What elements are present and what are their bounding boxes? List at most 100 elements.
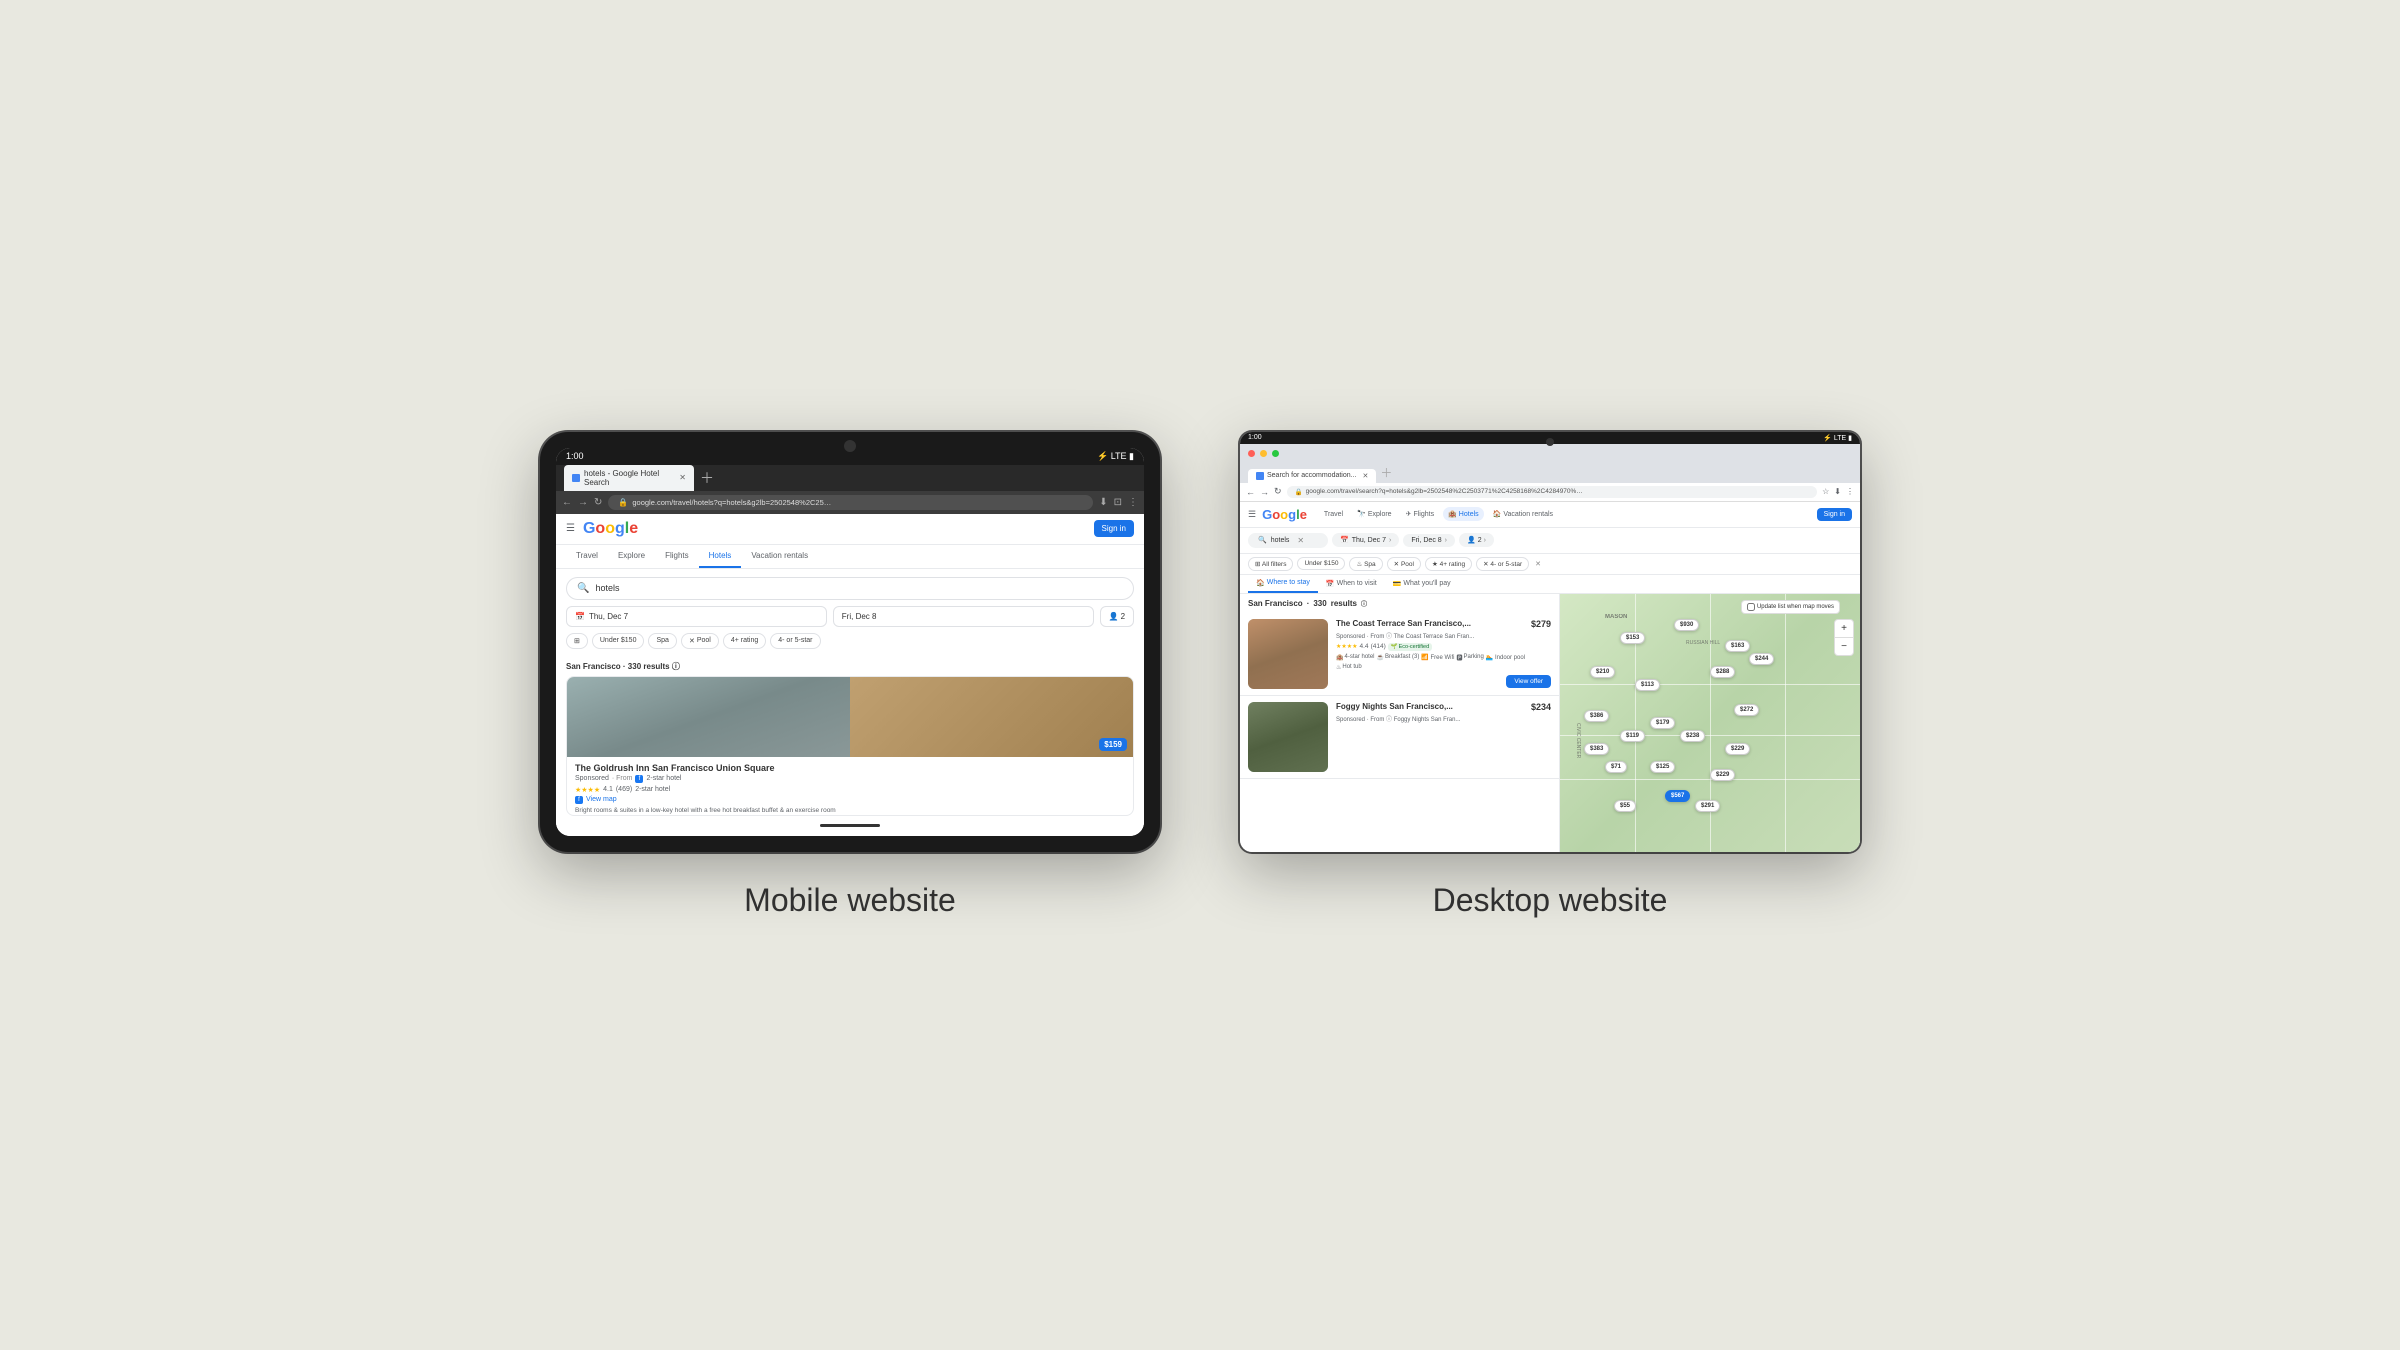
menu-icon[interactable]: ⋮ (1128, 497, 1138, 508)
nav-tab-vacation[interactable]: Vacation rentals (741, 545, 818, 568)
desktop-map-panel[interactable]: MASON RUSSIAN HILL CIVIC CENTER Update l… (1560, 594, 1860, 852)
map-bubble-4[interactable]: $113 (1635, 679, 1660, 691)
mobile-screen: 1:00 ⚡ LTE ▮ hotels - Google Hotel Searc… (556, 448, 1144, 836)
map-bubble-5[interactable]: $288 (1710, 666, 1735, 678)
maximize-dot[interactable] (1272, 450, 1279, 457)
nav-tab-travel[interactable]: Travel (566, 545, 608, 568)
desktop-nav-flights[interactable]: ✈ Flights (1401, 507, 1440, 521)
map-bubble-7[interactable]: $210 (1590, 666, 1615, 678)
map-bubble-15[interactable]: $71 (1605, 761, 1627, 773)
nav-tab-flights[interactable]: Flights (655, 545, 699, 568)
filter-chip-all[interactable]: ⊞ (566, 633, 588, 649)
desktop-new-tab-button[interactable]: ＋ (1380, 464, 1392, 483)
tabs-icon[interactable]: ⊡ (1114, 497, 1122, 508)
tab-close-icon[interactable]: ✕ (679, 473, 686, 482)
desktop-nav-hotels[interactable]: 🏨 Hotels (1443, 507, 1484, 521)
mobile-tablet-frame: 1:00 ⚡ LTE ▮ hotels - Google Hotel Searc… (540, 432, 1160, 852)
filter-chip-spa[interactable]: Spa (648, 633, 676, 649)
update-list-button[interactable]: Update list when map moves (1741, 600, 1840, 614)
mobile-active-tab[interactable]: hotels - Google Hotel Search ✕ (564, 465, 694, 491)
desktop-hamburger-icon[interactable]: ☰ (1248, 509, 1256, 520)
update-list-checkbox[interactable] (1747, 603, 1755, 611)
desktop-checkin-field[interactable]: 📅 Thu, Dec 7 › (1332, 533, 1399, 547)
desktop-filter-rating[interactable]: ★ 4+ rating (1425, 557, 1472, 571)
map-bubble-20[interactable]: $291 (1695, 800, 1720, 812)
filter-chip-rating[interactable]: 4+ rating (723, 633, 766, 649)
nav-back-button[interactable]: ← (562, 497, 572, 508)
filter-chip-under150[interactable]: Under $150 (592, 633, 645, 649)
nav-tab-explore[interactable]: Explore (608, 545, 655, 568)
nav-tab-hotels[interactable]: Hotels (699, 545, 742, 568)
desktop-view-offer-button-1[interactable]: View offer (1506, 675, 1551, 688)
map-bubble-6[interactable]: $244 (1749, 653, 1774, 665)
filter-chip-star[interactable]: 4- or 5-star (770, 633, 820, 649)
map-bubble-17[interactable]: $229 (1710, 769, 1735, 781)
map-bubble-3[interactable]: $163 (1725, 640, 1750, 652)
desktop-menu-icon[interactable]: ⋮ (1846, 487, 1854, 496)
map-district-mason: MASON (1605, 614, 1627, 620)
map-bubble-18-highlighted[interactable]: $567 (1665, 790, 1690, 802)
map-bubble-14[interactable]: $383 (1584, 743, 1609, 755)
desktop-nav-vacation[interactable]: 🏠 Vacation rentals (1488, 507, 1558, 521)
map-bubble-19[interactable]: $55 (1614, 800, 1636, 812)
desktop-filter-spa[interactable]: ♨ Spa (1349, 557, 1382, 571)
mobile-google-page: ☰ Google Sign in Travel Explore Flights … (556, 514, 1144, 836)
filter-more-icon[interactable]: ✕ (1535, 560, 1541, 568)
download-icon[interactable]: ⬇ (1099, 497, 1107, 508)
hotel-view-map[interactable]: f View map (575, 796, 1125, 804)
mobile-sign-in-button[interactable]: Sign in (1094, 520, 1134, 537)
desktop-guests-field[interactable]: 👤 2 › (1459, 533, 1494, 547)
map-bubble-12[interactable]: $229 (1725, 743, 1750, 755)
mobile-checkin-field[interactable]: 📅 Thu, Dec 7 (566, 606, 827, 627)
mobile-search-box[interactable]: 🔍 hotels (566, 577, 1134, 600)
map-bubble-10[interactable]: $119 (1620, 730, 1645, 742)
desktop-forward-button[interactable]: → (1260, 487, 1269, 497)
clear-search-icon[interactable]: ✕ (1297, 536, 1304, 545)
desktop-google-header: ☰ Google Travel 🔭 Explore ✈ Flights (1240, 502, 1860, 528)
desktop-filter-all[interactable]: ⊞ All filters (1248, 557, 1293, 571)
map-bubble-16[interactable]: $125 (1650, 761, 1675, 773)
desktop-tab-close-icon[interactable]: ✕ (1363, 472, 1369, 480)
address-bar-input[interactable]: 🔒 google.com/travel/hotels?q=hotels&g2lb… (608, 495, 1093, 510)
mobile-checkout-field[interactable]: Fri, Dec 8 (833, 606, 1094, 627)
desktop-refresh-button[interactable]: ↻ (1274, 486, 1282, 497)
new-tab-button[interactable]: ＋ (700, 468, 714, 488)
desktop-nav-explore[interactable]: 🔭 Explore (1352, 507, 1396, 521)
nav-refresh-button[interactable]: ↻ (594, 497, 602, 508)
address-text: google.com/travel/hotels?q=hotels&g2lb=2… (632, 498, 832, 507)
desktop-search-input[interactable]: 🔍 hotels ✕ (1248, 533, 1328, 548)
desktop-filter-star[interactable]: ✕ 4- or 5-star (1476, 557, 1529, 571)
desktop-download-icon[interactable]: ⬇ (1834, 487, 1841, 496)
mobile-guests-field[interactable]: 👤 2 (1100, 606, 1134, 627)
hamburger-icon[interactable]: ☰ (566, 523, 575, 534)
view-map-link[interactable]: View map (586, 796, 617, 803)
desktop-tab-what-youll-pay[interactable]: 💳 What you'll pay (1385, 576, 1459, 592)
filter-chip-pool[interactable]: ✕ Pool (681, 633, 719, 649)
desktop-tab-when-to-visit[interactable]: 📅 When to visit (1318, 576, 1385, 592)
map-bubble-13[interactable]: $386 (1584, 710, 1609, 722)
desktop-search-icon: 🔍 (1258, 536, 1267, 544)
desktop-tab-where-to-stay[interactable]: 🏠 Where to stay (1248, 575, 1318, 593)
map-bubble-9[interactable]: $272 (1734, 704, 1759, 716)
desktop-guests-count: 2 (1478, 537, 1482, 544)
desktop-sign-in-button[interactable]: Sign in (1817, 508, 1852, 521)
desktop-back-button[interactable]: ← (1246, 487, 1255, 497)
zoom-out-button[interactable]: − (1835, 638, 1853, 655)
desktop-bookmark-icon[interactable]: ☆ (1822, 487, 1829, 496)
desktop-checkout-field[interactable]: Fri, Dec 8 › (1403, 534, 1455, 547)
desktop-nav-travel[interactable]: Travel (1319, 507, 1348, 521)
rating-value: 4.1 (603, 786, 613, 793)
minimize-dot[interactable] (1260, 450, 1267, 457)
map-bubble-1[interactable]: $153 (1620, 632, 1645, 644)
close-dot[interactable] (1248, 450, 1255, 457)
desktop-filter-pool[interactable]: ✕ Pool (1387, 557, 1421, 571)
nav-forward-button[interactable]: → (578, 497, 588, 508)
desktop-address-input[interactable]: 🔒 google.com/travel/search?q=hotels&g2lb… (1287, 486, 1818, 498)
desktop-hotel-1-sponsored: Sponsored · From ⓘ The Coast Terrace San… (1336, 631, 1551, 640)
map-bubble-8[interactable]: $179 (1650, 717, 1675, 729)
zoom-in-button[interactable]: + (1835, 620, 1853, 638)
desktop-active-tab[interactable]: Search for accommodation... ✕ (1248, 469, 1376, 483)
map-bubble-11[interactable]: $238 (1680, 730, 1705, 742)
desktop-filter-under150[interactable]: Under $150 (1297, 557, 1345, 570)
map-bubble-2[interactable]: $930 (1674, 619, 1699, 631)
